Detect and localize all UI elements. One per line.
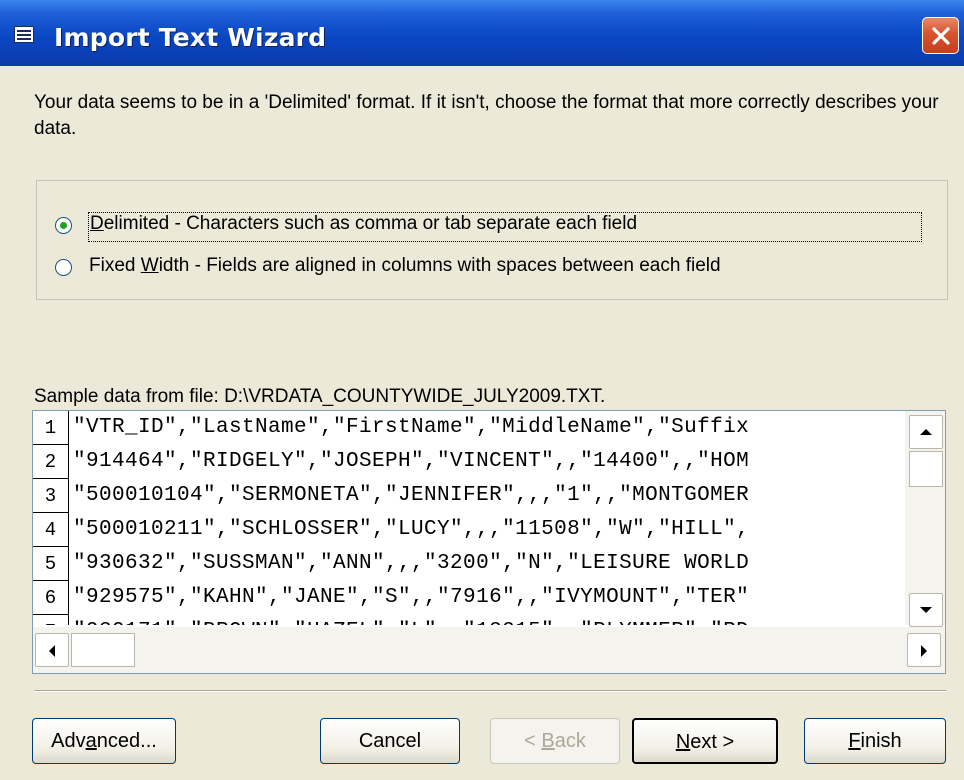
arrow-up-icon	[920, 429, 932, 435]
fixed-width-radio-button[interactable]	[55, 259, 72, 276]
scroll-down-button[interactable]	[909, 593, 943, 627]
preview-row: 6 "929575","KAHN","JANE","S",,"7916",,"I…	[33, 581, 905, 615]
next-button[interactable]: Next >	[632, 718, 778, 764]
table-icon	[14, 26, 34, 43]
row-number: 4	[33, 513, 69, 547]
row-text: "VTR_ID","LastName","FirstName","MiddleN…	[73, 416, 750, 439]
back-button[interactable]: < Back	[490, 718, 620, 764]
button-divider	[34, 690, 946, 692]
scrollbar-corner	[945, 627, 946, 673]
row-number: 1	[33, 411, 69, 445]
row-number: 3	[33, 479, 69, 513]
horizontal-scroll-thumb[interactable]	[71, 633, 135, 667]
row-text: "500010104","SERMONETA","JENNIFER",,,"1"…	[73, 484, 750, 507]
row-text: "500010211","SCHLOSSER","LUCY",,,"11508"…	[73, 518, 750, 541]
preview-row: 7 "930171","BROWN","HAZEL","L",,"12215",…	[33, 615, 905, 625]
close-button[interactable]	[922, 17, 959, 54]
close-icon	[932, 27, 950, 45]
row-text: "930171","BROWN","HAZEL","L",,"12215",,"…	[73, 615, 749, 625]
cancel-button[interactable]: Cancel	[320, 718, 460, 764]
fixed-width-radio-label[interactable]: Fixed Width - Fields are aligned in colu…	[89, 255, 721, 277]
row-number: 6	[33, 581, 69, 615]
delimited-radio-label[interactable]: Delimited - Characters such as comma or …	[88, 212, 922, 242]
row-text: "930632","SUSSMAN","ANN",,,"3200","N","L…	[73, 552, 750, 575]
intro-text: Your data seems to be in a 'Delimited' f…	[34, 92, 939, 139]
row-number: 5	[33, 547, 69, 581]
row-number: 2	[33, 445, 69, 479]
advanced-button[interactable]: Advanced...	[32, 718, 176, 764]
delimited-radio-button[interactable]	[55, 217, 72, 234]
scroll-right-button[interactable]	[907, 633, 941, 667]
vertical-scroll-thumb[interactable]	[909, 451, 943, 487]
window-title: Import Text Wizard	[54, 23, 327, 52]
row-number: 7	[33, 615, 69, 625]
preview-row: 1 "VTR_ID","LastName","FirstName","Middl…	[33, 411, 905, 445]
row-text: "914464","RIDGELY","JOSEPH","VINCENT",,"…	[73, 450, 750, 473]
sample-data-label: Sample data from file: D:\VRDATA_COUNTYW…	[34, 386, 606, 407]
arrow-right-icon	[921, 645, 927, 657]
finish-button[interactable]: Finish	[804, 718, 946, 764]
preview-row: 5 "930632","SUSSMAN","ANN",,,"3200","N",…	[33, 547, 905, 581]
preview-rows: 1 "VTR_ID","LastName","FirstName","Middl…	[33, 411, 905, 625]
arrow-left-icon	[49, 645, 55, 657]
vertical-scrollbar[interactable]	[905, 411, 945, 627]
sample-data-preview[interactable]: 1 "VTR_ID","LastName","FirstName","Middl…	[32, 410, 946, 674]
scroll-left-button[interactable]	[35, 633, 69, 667]
arrow-down-icon	[920, 607, 932, 613]
preview-row: 2 "914464","RIDGELY","JOSEPH","VINCENT",…	[33, 445, 905, 479]
preview-row: 3 "500010104","SERMONETA","JENNIFER",,,"…	[33, 479, 905, 513]
scroll-up-button[interactable]	[909, 415, 943, 449]
row-text: "929575","KAHN","JANE","S",,"7916",,"IVY…	[73, 586, 750, 609]
format-options-group: Delimited - Characters such as comma or …	[36, 180, 948, 300]
import-text-wizard-dialog: Import Text Wizard Your data seems to be…	[0, 0, 964, 780]
horizontal-scrollbar[interactable]	[33, 627, 945, 673]
preview-row: 4 "500010211","SCHLOSSER","LUCY",,,"1150…	[33, 513, 905, 547]
title-bar[interactable]: Import Text Wizard	[0, 0, 964, 66]
